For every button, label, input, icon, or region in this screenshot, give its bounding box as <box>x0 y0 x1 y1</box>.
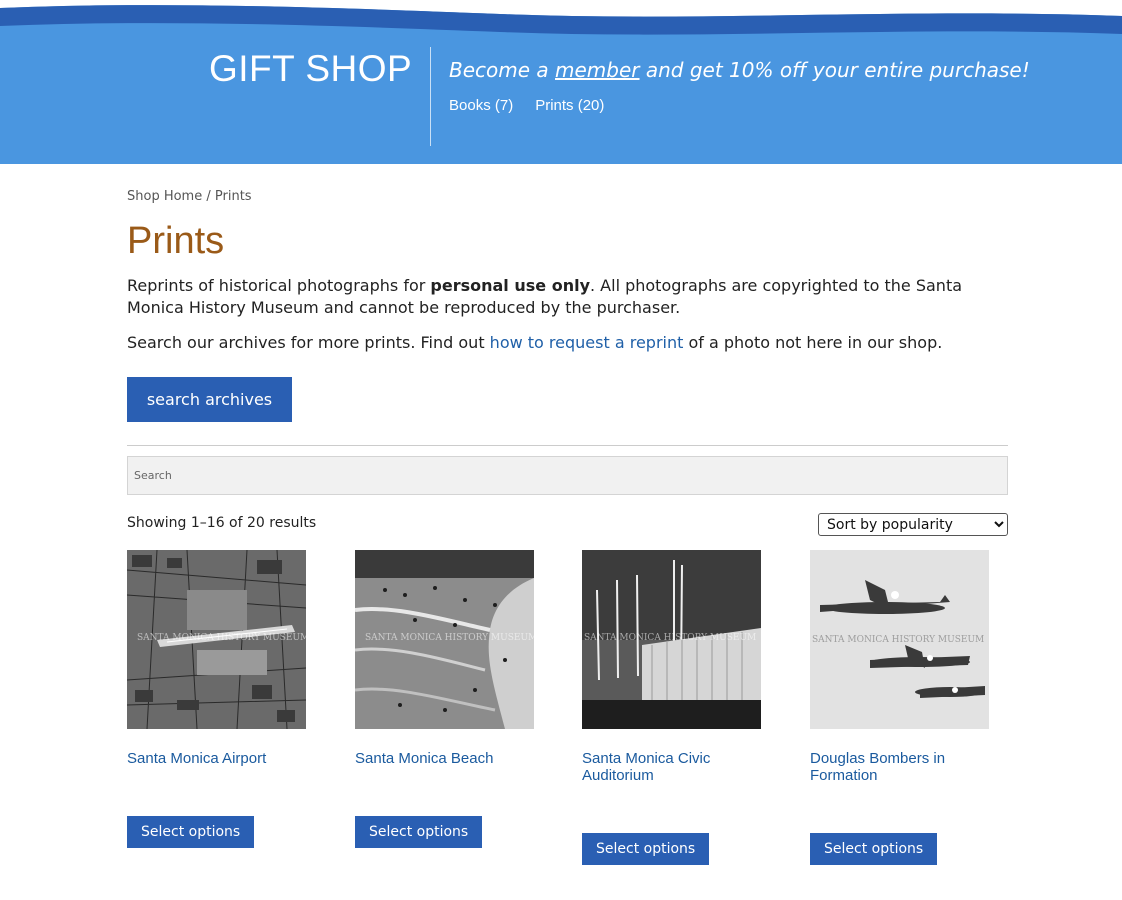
product-title-douglas-bombers[interactable]: Douglas Bombers in Formation <box>810 750 990 784</box>
archive-suffix: of a photo not here in our shop. <box>683 333 943 352</box>
site-header: GIFT SHOP Become a member and get 10% of… <box>0 0 1122 164</box>
product-card: SANTA MONICA HISTORY MUSEUM Santa Monica… <box>127 550 307 848</box>
select-options-button-airport[interactable]: Select options <box>127 816 255 848</box>
category-link-books[interactable]: Books (7) <box>449 97 513 114</box>
search-input[interactable] <box>127 456 1008 495</box>
request-reprint-link[interactable]: how to request a reprint <box>490 333 684 352</box>
member-promo: Become a member and get 10% off your ent… <box>449 58 1030 82</box>
sort-select[interactable]: Sort by popularity <box>818 513 1008 536</box>
result-count: Showing 1–16 of 20 results <box>127 515 317 531</box>
intro-bold: personal use only <box>430 276 590 295</box>
archive-prefix: Search our archives for more prints. Fin… <box>127 333 490 352</box>
watermark: SANTA MONICA HISTORY MUSEUM <box>137 633 306 643</box>
product-card: SANTA MONICA HISTORY MUSEUM Santa Monica… <box>582 550 762 865</box>
divider <box>127 445 1008 446</box>
member-link[interactable]: member <box>555 58 640 82</box>
auditorium-photo-icon[interactable]: SANTA MONICA HISTORY MUSEUM <box>582 550 761 729</box>
aerial-photo-icon[interactable]: SANTA MONICA HISTORY MUSEUM <box>127 550 306 729</box>
header-wave-decoration <box>0 0 1122 35</box>
header-divider <box>430 47 431 146</box>
product-title-beach[interactable]: Santa Monica Beach <box>355 750 535 767</box>
watermark: SANTA MONICA HISTORY MUSEUM <box>365 633 534 643</box>
select-options-button-beach[interactable]: Select options <box>355 816 483 848</box>
product-title-airport[interactable]: Santa Monica Airport <box>127 750 307 767</box>
watermark: SANTA MONICA HISTORY MUSEUM <box>584 633 756 643</box>
category-links: Books (7) Prints (20) <box>449 97 604 114</box>
product-card: SANTA MONICA HISTORY MUSEUM Santa Monica… <box>355 550 535 848</box>
intro-text: Reprints of historical photographs for p… <box>127 275 977 319</box>
beach-photo-icon[interactable]: SANTA MONICA HISTORY MUSEUM <box>355 550 534 729</box>
select-options-button-auditorium[interactable]: Select options <box>582 833 710 865</box>
search-archives-button[interactable]: search archives <box>127 377 292 422</box>
promo-suffix: and get 10% off your entire purchase! <box>639 58 1030 82</box>
breadcrumb-separator: / <box>202 189 215 204</box>
promo-prefix: Become a <box>449 58 556 82</box>
category-link-prints[interactable]: Prints (20) <box>535 97 604 114</box>
select-options-button-bombers[interactable]: Select options <box>810 833 938 865</box>
breadcrumb-current: Prints <box>214 189 252 204</box>
watermark: SANTA MONICA HISTORY MUSEUM <box>812 635 984 645</box>
archive-text: Search our archives for more prints. Fin… <box>127 332 977 354</box>
bombers-photo-icon[interactable]: SANTA MONICA HISTORY MUSEUM <box>810 550 989 729</box>
product-title-civic-auditorium[interactable]: Santa Monica Civic Auditorium <box>582 750 762 784</box>
breadcrumb: Shop Home / Prints <box>127 189 252 204</box>
breadcrumb-shop-home[interactable]: Shop Home <box>127 189 202 204</box>
product-card: SANTA MONICA HISTORY MUSEUM Douglas Bomb… <box>810 550 990 865</box>
shop-title: GIFT SHOP <box>209 48 413 89</box>
page-title: Prints <box>127 220 225 262</box>
intro-prefix: Reprints of historical photographs for <box>127 276 431 295</box>
